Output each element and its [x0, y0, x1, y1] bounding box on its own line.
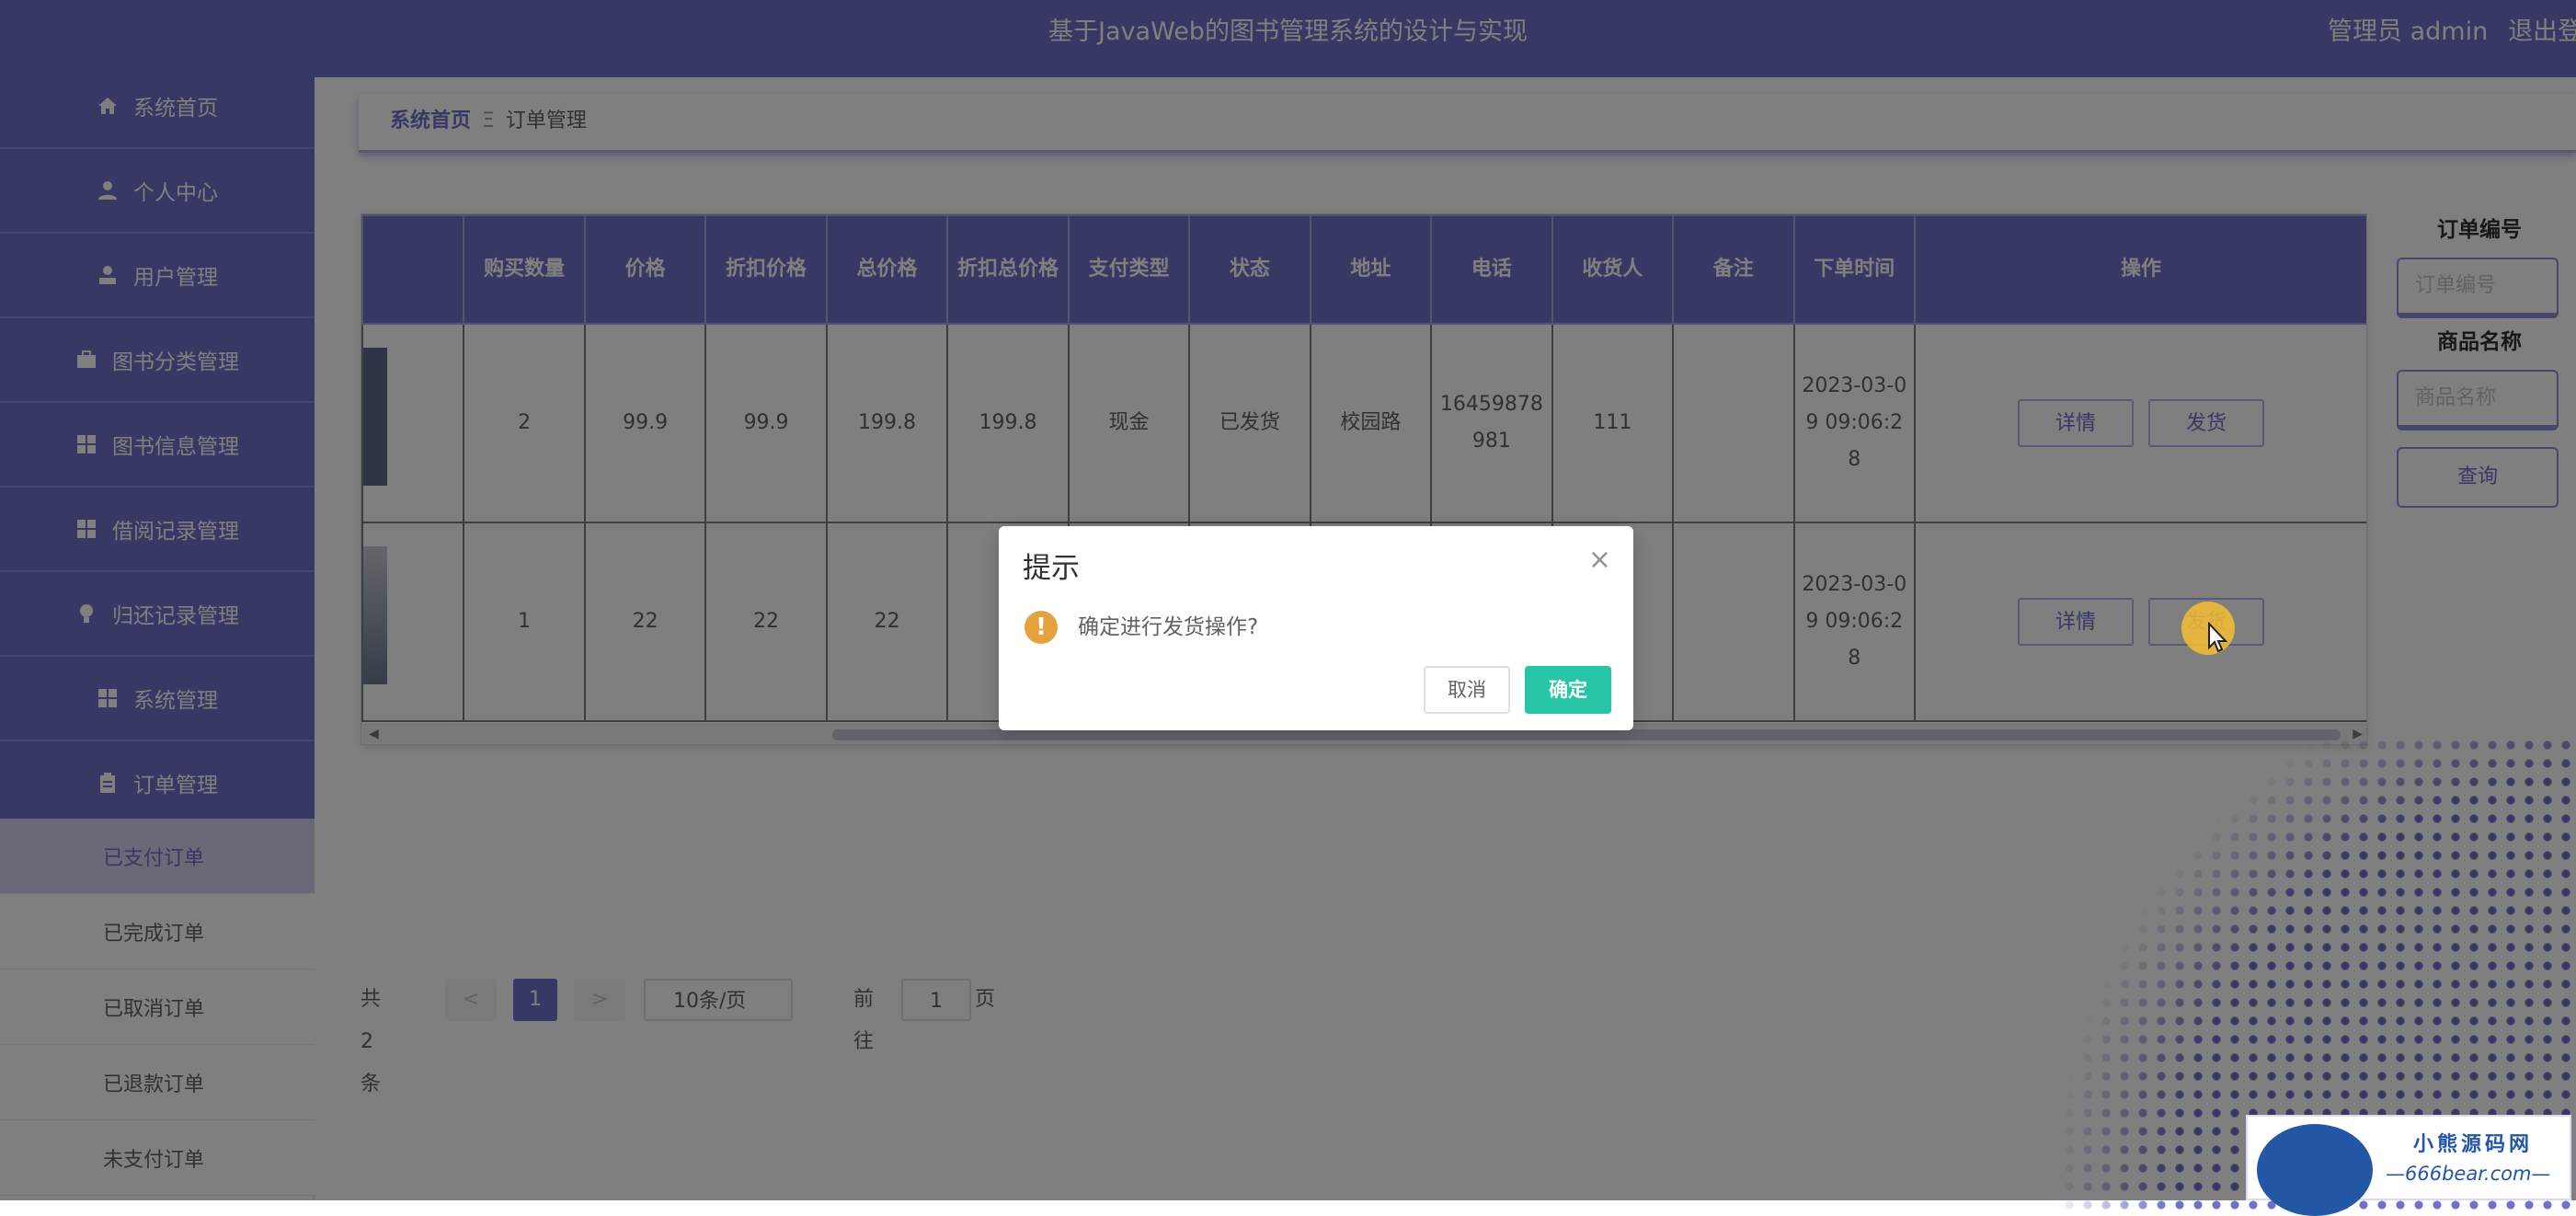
- bear-logo-icon: [2257, 1124, 2373, 1216]
- close-icon[interactable]: ×: [1588, 546, 1611, 574]
- watermark-url: —666bear.com—: [2386, 1163, 2551, 1185]
- watermark-title: 小熊源码网: [2413, 1133, 2534, 1156]
- watermark-logo: 小熊源码网 —666bear.com—: [2246, 1115, 2571, 1216]
- dialog-message: 确定进行发货操作?: [1078, 615, 1259, 639]
- warning-icon: !: [1025, 611, 1058, 644]
- cancel-button[interactable]: 取消: [1424, 666, 1510, 714]
- dialog-title: 提示: [1023, 552, 1080, 585]
- mouse-cursor-icon: [2208, 622, 2228, 653]
- confirm-button[interactable]: 确定: [1525, 666, 1611, 714]
- confirm-dialog: 提示 × ! 确定进行发货操作? 取消 确定: [999, 526, 1633, 730]
